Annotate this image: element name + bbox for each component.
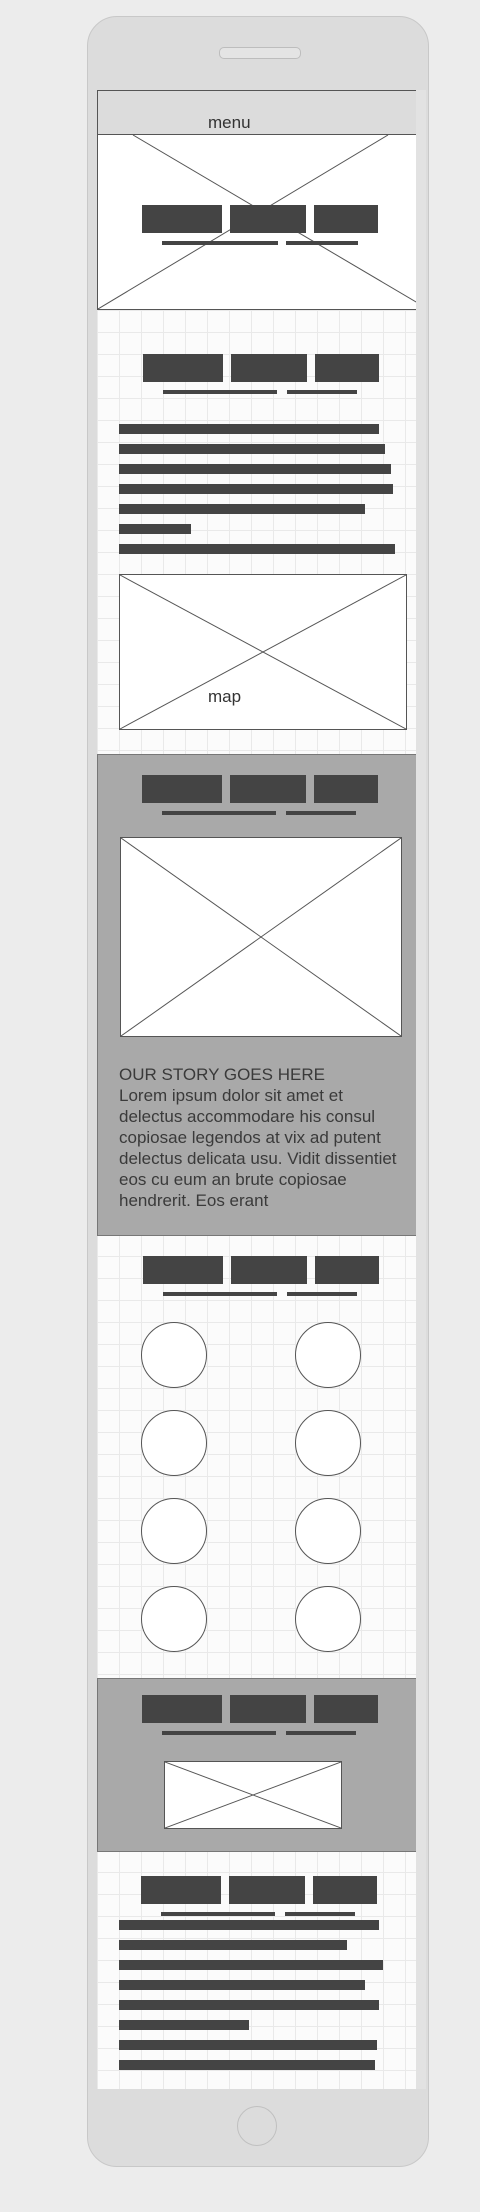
section2-underline-2 — [287, 390, 357, 394]
screen: menu map OUR STORY GOES HERE Lorem ipsum… — [97, 90, 416, 2089]
text-line — [119, 2040, 377, 2050]
scrollbar-track[interactable] — [416, 90, 426, 2089]
gallery-nav-block-3[interactable] — [314, 1695, 378, 1723]
story-image-placeholder — [120, 837, 402, 1037]
text-line — [119, 464, 391, 474]
gallery-nav-block-2[interactable] — [230, 1695, 306, 1723]
team-avatar[interactable] — [141, 1322, 207, 1388]
story-nav-block-2[interactable] — [230, 775, 306, 803]
story-underline-1 — [162, 811, 276, 815]
team-avatar[interactable] — [295, 1322, 361, 1388]
hero-nav-block-1[interactable] — [142, 205, 222, 233]
section2-nav-block-1[interactable] — [143, 354, 223, 382]
phone-speaker — [219, 47, 301, 59]
text-line — [119, 484, 393, 494]
team-avatar[interactable] — [295, 1410, 361, 1476]
section2-nav-block-3[interactable] — [315, 354, 379, 382]
text-line — [119, 424, 379, 434]
gallery-underline-1 — [162, 1731, 276, 1735]
team-nav-block-3[interactable] — [315, 1256, 379, 1284]
footer-nav-block-1[interactable] — [141, 1876, 221, 1904]
text-line — [119, 1960, 383, 1970]
team-nav-block-1[interactable] — [143, 1256, 223, 1284]
footer-underline-2 — [285, 1912, 355, 1916]
gallery-section — [97, 1678, 416, 1852]
story-body: Lorem ipsum dolor sit amet et delectus a… — [119, 1086, 397, 1210]
story-nav-block-1[interactable] — [142, 775, 222, 803]
text-line — [119, 504, 365, 514]
text-line — [119, 1920, 379, 1930]
gallery-underline-2 — [286, 1731, 356, 1735]
story-underline-2 — [286, 811, 356, 815]
map-label: map — [208, 687, 242, 706]
section2-underline-1 — [163, 390, 277, 394]
text-line — [119, 524, 191, 534]
home-button[interactable] — [237, 2106, 277, 2146]
text-line — [119, 444, 385, 454]
gallery-image-placeholder[interactable] — [164, 1761, 342, 1829]
text-line — [119, 2060, 375, 2070]
hero-underline-1 — [162, 241, 278, 245]
team-nav-block-2[interactable] — [231, 1256, 307, 1284]
footer-nav-block-2[interactable] — [229, 1876, 305, 1904]
story-nav-block-3[interactable] — [314, 775, 378, 803]
menu-label[interactable]: menu — [208, 113, 251, 133]
team-avatar[interactable] — [141, 1498, 207, 1564]
text-line — [119, 2020, 249, 2030]
team-avatar[interactable] — [295, 1498, 361, 1564]
hero-underline-2 — [286, 241, 358, 245]
hero-section: menu — [97, 90, 416, 310]
team-avatar[interactable] — [141, 1586, 207, 1652]
story-title: OUR STORY GOES HERE — [119, 1065, 325, 1084]
team-underline-2 — [287, 1292, 357, 1296]
hero-nav-block-3[interactable] — [314, 205, 378, 233]
footer-underline-1 — [161, 1912, 275, 1916]
footer-nav-block-3[interactable] — [313, 1876, 377, 1904]
text-line — [119, 2000, 379, 2010]
text-line — [119, 544, 395, 554]
team-avatar[interactable] — [141, 1410, 207, 1476]
section2-nav-block-2[interactable] — [231, 354, 307, 382]
team-underline-1 — [163, 1292, 277, 1296]
story-text: OUR STORY GOES HERE Lorem ipsum dolor si… — [119, 1064, 404, 1211]
team-avatar[interactable] — [295, 1586, 361, 1652]
text-line — [119, 1980, 365, 1990]
map-placeholder[interactable]: map — [119, 574, 407, 730]
text-line — [119, 1940, 347, 1950]
menu-bar[interactable]: menu — [98, 91, 416, 135]
hero-nav-block-2[interactable] — [230, 205, 306, 233]
gallery-nav-block-1[interactable] — [142, 1695, 222, 1723]
